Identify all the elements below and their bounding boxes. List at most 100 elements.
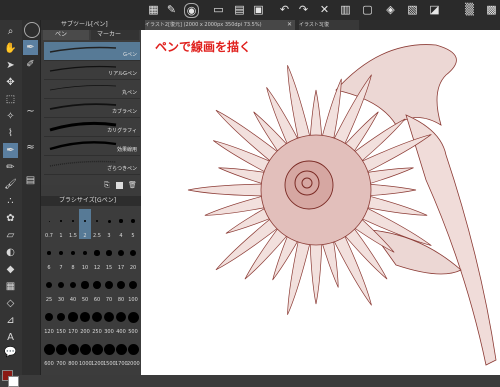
brush-size-option[interactable]: 1.5: [67, 209, 79, 239]
blend-tool-icon[interactable]: ◐: [3, 245, 18, 260]
brush-item-kabura-pen[interactable]: カブラペン: [44, 99, 140, 118]
brush-item-rough-pen[interactable]: ざらつきペン: [44, 156, 140, 175]
eye-icon[interactable]: ◉: [184, 3, 199, 18]
pen-tool-icon[interactable]: ✒: [3, 143, 18, 158]
calligraphy-group-icon[interactable]: ≈: [23, 140, 38, 155]
text-tool-icon[interactable]: A: [3, 330, 18, 345]
hand-tool-icon[interactable]: ✋: [3, 41, 18, 56]
brush-item-g-pen[interactable]: Gペン: [44, 42, 140, 61]
brush-size-option[interactable]: 8: [67, 241, 79, 271]
brush-size-option[interactable]: 400: [115, 305, 127, 335]
brush-size-option[interactable]: 700: [55, 337, 67, 367]
brush-size-option[interactable]: 10: [79, 241, 91, 271]
brush-tool-icon[interactable]: 🖌: [3, 177, 18, 192]
canvas-tab-inactive[interactable]: イラスト3[復: [299, 20, 359, 30]
brush-size-option[interactable]: 25: [43, 273, 55, 303]
operation-tool-icon[interactable]: ➤: [3, 58, 18, 73]
brush-size-option[interactable]: 500: [127, 305, 139, 335]
brush-size-option[interactable]: 17: [115, 241, 127, 271]
subtool-tab[interactable]: サブツール[ペン]: [61, 20, 108, 30]
new-subtool-icon[interactable]: [116, 182, 123, 189]
balloon-tool-icon[interactable]: 💬: [3, 345, 18, 360]
brush-size-option[interactable]: 250: [91, 305, 103, 335]
brush-size-option[interactable]: 3: [103, 209, 115, 239]
new-file-icon[interactable]: ▭: [212, 3, 225, 16]
brush-size-option[interactable]: 150: [55, 305, 67, 335]
brush-item-effect-line[interactable]: 効果線用: [44, 137, 140, 156]
brush-size-option[interactable]: 100: [127, 273, 139, 303]
undo-icon[interactable]: ↶: [278, 3, 291, 16]
eraser-tool-icon[interactable]: ▱: [3, 228, 18, 243]
brush-size-option[interactable]: 50: [79, 273, 91, 303]
airbrush-tool-icon[interactable]: ∴: [3, 194, 18, 209]
brush-size-option[interactable]: 15: [103, 241, 115, 271]
figure-tool-icon[interactable]: ◇: [3, 296, 18, 311]
brush-size-option[interactable]: 30: [55, 273, 67, 303]
canvas-tab-active[interactable]: イラスト2[復元] (2000 x 2000px 350dpi 73.5%): [145, 20, 295, 30]
brush-size-tab[interactable]: ブラシサイズ[Gペン]: [59, 196, 116, 206]
ruler-icon[interactable]: ▒: [463, 3, 476, 16]
redo-icon[interactable]: ↷: [297, 3, 310, 16]
auto-select-tool-icon[interactable]: ✧: [3, 109, 18, 124]
brush-size-option[interactable]: 1700: [115, 337, 128, 367]
settings-icon[interactable]: ▩: [485, 3, 498, 16]
brush-size-option[interactable]: 1500: [103, 337, 116, 367]
eyedropper-tool-icon[interactable]: ⌇: [3, 126, 18, 141]
gradient-tool-icon[interactable]: ▦: [3, 279, 18, 294]
stroke-group-icon[interactable]: ∼: [23, 104, 38, 119]
brush-size-option[interactable]: 70: [103, 273, 115, 303]
brush-size-option[interactable]: 5: [127, 209, 139, 239]
clear-icon[interactable]: ✕: [318, 3, 331, 16]
transform-icon[interactable]: ◈: [384, 3, 397, 16]
brush-size-option[interactable]: 600: [43, 337, 55, 367]
brush-size-option[interactable]: 1000: [79, 337, 92, 367]
brush-size-option[interactable]: 120: [43, 305, 55, 335]
selection-icon[interactable]: ▧: [406, 3, 419, 16]
close-tab-icon[interactable]: ✕: [287, 22, 293, 28]
brush-item-maru-pen[interactable]: 丸ペン: [44, 80, 140, 99]
layer-icon[interactable]: ◪: [428, 3, 441, 16]
sub-color-swatch[interactable]: [8, 376, 19, 387]
brush-size-option[interactable]: 12: [91, 241, 103, 271]
brush-size-option[interactable]: 0.7: [43, 209, 55, 239]
move-tool-icon[interactable]: ✥: [3, 75, 18, 90]
brush-size-option[interactable]: 1200: [91, 337, 104, 367]
decoration-tool-icon[interactable]: ✿: [3, 211, 18, 226]
brush-size-option[interactable]: 300: [103, 305, 115, 335]
subtool-search-icon[interactable]: [24, 22, 40, 38]
fill-tool-icon[interactable]: ◆: [3, 262, 18, 277]
brush-size-option[interactable]: 40: [67, 273, 79, 303]
marker-tab[interactable]: マーカー: [91, 30, 139, 40]
brush-icon[interactable]: ✎: [165, 3, 178, 16]
brush-item-real-g-pen[interactable]: リアルGペン: [44, 61, 140, 80]
marker-group-icon[interactable]: ✐: [23, 57, 38, 72]
menu-grid-icon[interactable]: ▦: [147, 3, 160, 16]
fill-icon[interactable]: ▥: [339, 3, 352, 16]
selection-tool-icon[interactable]: ⬚: [3, 92, 18, 107]
brush-size-option[interactable]: 1: [55, 209, 67, 239]
open-file-icon[interactable]: ▤: [233, 3, 246, 16]
effect-group-icon[interactable]: ▤: [23, 173, 38, 188]
brush-size-option[interactable]: 2000: [127, 337, 140, 367]
brush-size-option[interactable]: 200: [79, 305, 91, 335]
zoom-tool-icon[interactable]: ⌕: [3, 24, 18, 39]
delete-subtool-icon[interactable]: 🗑: [128, 182, 137, 189]
duplicate-subtool-icon[interactable]: ⎘: [104, 182, 111, 189]
ruler-tool-icon[interactable]: ⊿: [3, 313, 18, 328]
brush-size-option[interactable]: 4: [115, 209, 127, 239]
brush-size-option[interactable]: 20: [127, 241, 139, 271]
brush-size-option[interactable]: 170: [67, 305, 79, 335]
crop-icon[interactable]: ▢: [361, 3, 374, 16]
brush-size-option[interactable]: 80: [115, 273, 127, 303]
pencil-tool-icon[interactable]: ✏: [3, 160, 18, 175]
brush-size-option[interactable]: 7: [55, 241, 67, 271]
pen-group-icon[interactable]: ✒: [23, 40, 38, 55]
brush-item-calligraphy[interactable]: カリグラフィ: [44, 118, 140, 137]
brush-size-option[interactable]: 800: [67, 337, 79, 367]
brush-size-option[interactable]: 6: [43, 241, 55, 271]
brush-size-option[interactable]: 2: [79, 209, 91, 239]
pen-tab[interactable]: ペン: [43, 30, 89, 40]
brush-size-option[interactable]: 2.5: [91, 209, 103, 239]
drawing-canvas[interactable]: ペンで線画を描く: [141, 30, 500, 375]
save-icon[interactable]: ▣: [252, 3, 265, 16]
